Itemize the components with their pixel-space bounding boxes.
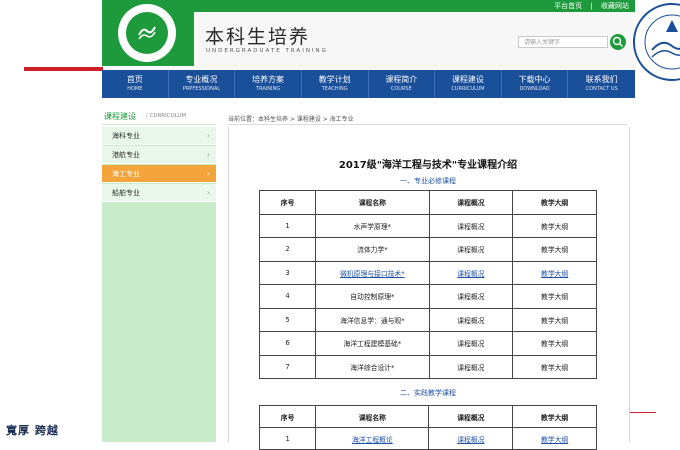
nav-teaching[interactable]: 教学计划 TEACHING <box>302 70 369 98</box>
nav-professional[interactable]: 专业概况 PRPFESSIONAL <box>169 70 236 98</box>
syllabus-link[interactable]: 教学大纲 <box>541 436 568 444</box>
table-row: 4 自动控制原理* 课程概况 教学大纲 <box>258 284 597 309</box>
nav-home[interactable]: 首页 HOME <box>102 70 169 98</box>
overview-link[interactable]: 课程概况 <box>457 436 484 444</box>
table-row: 3 微机原理与接口技术* 课程概况 教学大纲 <box>258 260 597 285</box>
chevron-right-icon: › <box>206 188 210 197</box>
chevron-right-icon: › <box>206 131 210 140</box>
calligraphy-motto: 寬厚 跨越 <box>6 424 59 437</box>
syllabus-link[interactable]: 教学大纲 <box>541 270 568 278</box>
sidebar-item-naval-architecture[interactable]: 船舶专业 › <box>102 184 216 202</box>
table-row: 5 海洋信息学：通与观* 课程概况 教学大纲 <box>258 307 597 332</box>
table-header-row: 序号 课程名称 课程概况 教学大纲 <box>258 405 597 428</box>
chevron-right-icon: › <box>206 169 210 178</box>
breadcrumb-divider <box>228 124 628 125</box>
nav-training[interactable]: 培养方案 TRAINING <box>235 70 302 98</box>
table-row: 2 流体力学* 课程概况 教学大纲 <box>258 237 597 262</box>
table-row: 7 海洋综合设计* 课程概况 教学大纲 <box>258 354 597 379</box>
university-emblem <box>633 3 680 81</box>
required-courses-table: 序号 课程名称 课程概况 教学大纲 1 水声学原理* 课程概况 教学大纲 2 流… <box>258 190 597 379</box>
page-title: 2017级"海洋工程与技术"专业课程介绍 <box>338 160 518 171</box>
table-row: 1 海洋工程概论 课程概况 教学大纲 <box>258 427 597 450</box>
red-accent-line <box>24 67 103 71</box>
nav-course[interactable]: 课程简介 COURSE <box>369 70 436 98</box>
site-subtitle: UNDERGRADUATE TRAINING <box>206 48 328 54</box>
overview-link[interactable]: 课程概况 <box>457 270 484 278</box>
top-links: 平台首页 | 收藏网站 <box>554 2 629 10</box>
section-heading-practice: 二、实践教学课程 <box>400 389 456 397</box>
sidebar-item-marine-science[interactable]: 海科专业 › <box>102 127 216 145</box>
sidebar: 海科专业 › 港航专业 › 海工专业 › 船舶专业 › <box>102 127 216 442</box>
table-header-row: 序号 课程名称 课程概况 教学大纲 <box>258 190 597 215</box>
wave-icon <box>138 26 156 40</box>
search-icon <box>612 36 623 47</box>
link-bookmark-site[interactable]: 收藏网站 <box>601 2 629 10</box>
practice-courses-table: 序号 课程名称 课程概况 教学大纲 1 海洋工程概论 课程概况 教学大纲 <box>258 405 597 450</box>
nav-contact[interactable]: 联系我们 CONTACT US <box>568 70 635 98</box>
nav-download[interactable]: 下载中心 DOWNLOAD <box>502 70 569 98</box>
sidebar-item-port-shipping[interactable]: 港航专业 › <box>102 146 216 164</box>
search-input[interactable]: 请输入关键字 <box>518 36 608 48</box>
link-platform-home[interactable]: 平台首页 <box>554 2 582 10</box>
red-accent-line-right <box>630 412 656 413</box>
sidebar-heading: 课程建设 / CURRICULUM <box>102 110 216 125</box>
search-button[interactable] <box>610 34 626 50</box>
course-link-intro-ocean-engineering[interactable]: 海洋工程概论 <box>352 436 393 444</box>
sidebar-item-ocean-engineering[interactable]: 海工专业 › <box>102 165 216 183</box>
nav-curriculum[interactable]: 课程建设 CURRICULUM <box>435 70 502 98</box>
chevron-right-icon: › <box>206 150 210 159</box>
table-row: 1 水声学原理* 课程概况 教学大纲 <box>258 213 597 238</box>
section-heading-required: 一、专业必修课程 <box>400 177 456 185</box>
breadcrumb: 当前位置：本科生培养 > 课程建设 > 海工专业 <box>228 116 354 123</box>
course-link-microcomputer[interactable]: 微机原理与接口技术* <box>340 270 405 278</box>
table-row: 6 海洋工程建模基础* 课程概况 教学大纲 <box>258 331 597 356</box>
site-title: 本科生培养 <box>205 26 311 48</box>
main-nav: 首页 HOME 专业概况 PRPFESSIONAL 培养方案 TRAINING 教学计… <box>102 70 635 98</box>
